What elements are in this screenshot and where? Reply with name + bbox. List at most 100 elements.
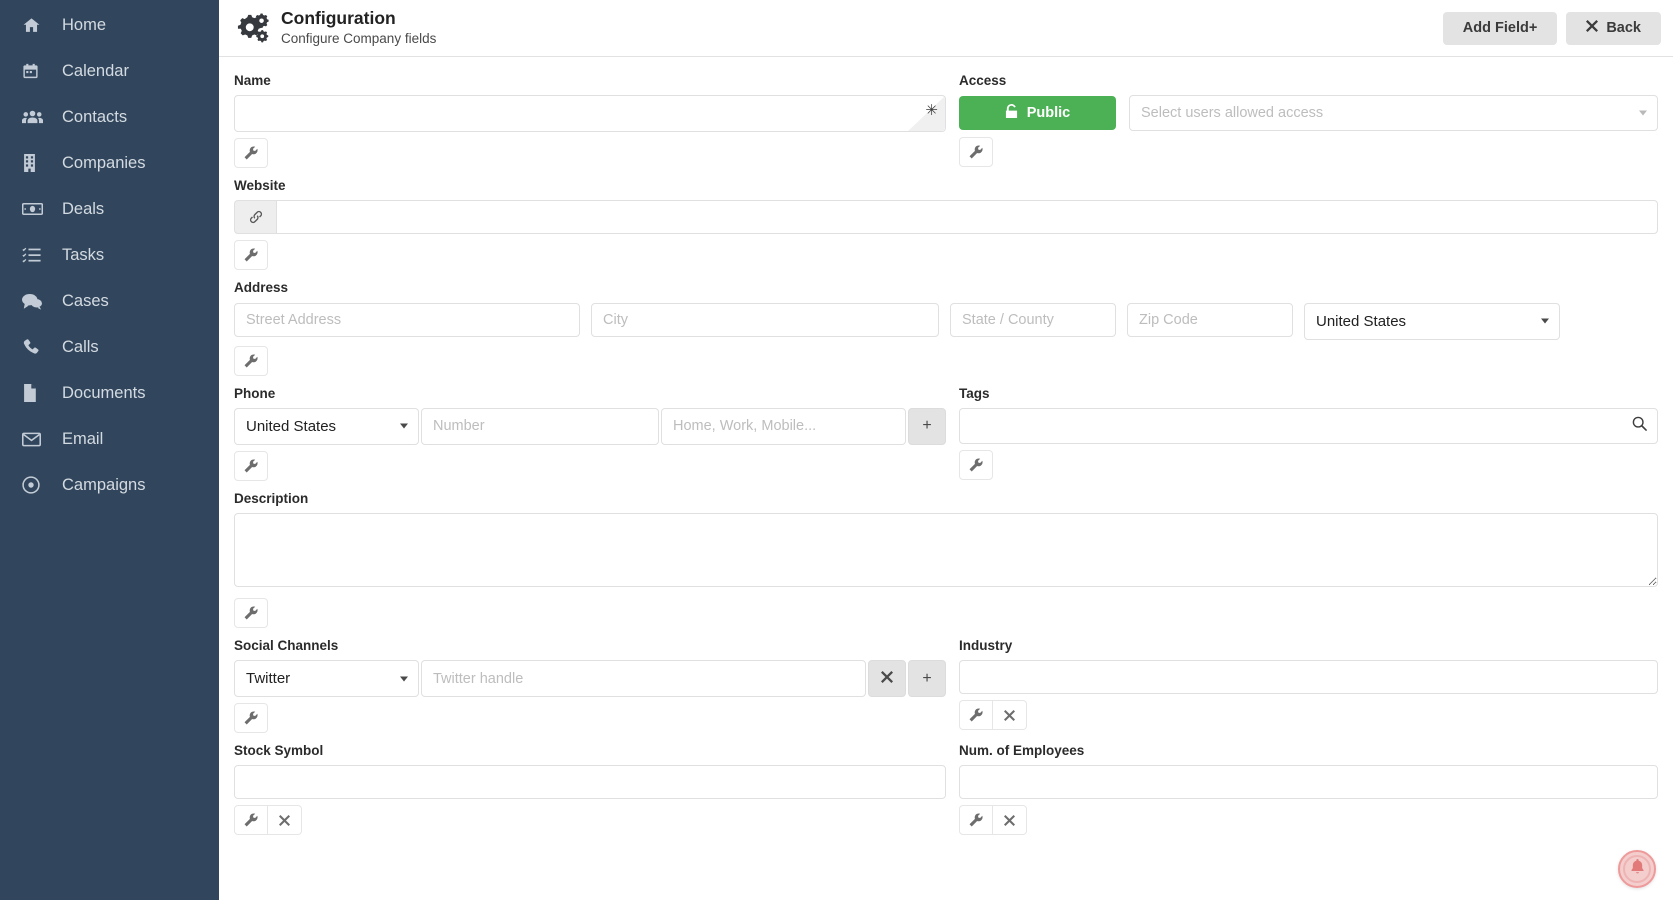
access-users-select[interactable]: Select users allowed access: [1129, 95, 1658, 132]
back-label: Back: [1606, 20, 1641, 36]
sidebar-item-campaigns[interactable]: Campaigns: [0, 462, 219, 508]
website-input[interactable]: [276, 200, 1658, 235]
notification-button[interactable]: [1618, 850, 1656, 888]
stock-symbol-label: Stock Symbol: [234, 743, 324, 759]
sidebar-item-calendar[interactable]: Calendar: [0, 48, 219, 94]
phone-add-button[interactable]: +: [908, 407, 946, 445]
phone-input-group: United States +: [234, 407, 946, 445]
stock-symbol-tools: [234, 805, 946, 836]
wrench-icon[interactable]: [234, 703, 268, 734]
website-tools: [234, 240, 1658, 271]
address-street-wrap: [234, 302, 580, 340]
address-inputs: United States: [234, 302, 1658, 340]
social-input-group: Twitter +: [234, 660, 946, 698]
document-icon: [22, 384, 50, 402]
add-field-label: Add Field+: [1462, 20, 1538, 36]
phone-number-input[interactable]: [421, 407, 659, 445]
wrench-icon[interactable]: [959, 449, 993, 480]
access-public-button[interactable]: Public: [959, 96, 1116, 131]
wrench-icon[interactable]: [234, 345, 268, 376]
unlock-icon: [1005, 103, 1018, 123]
website-input-group: [234, 200, 1658, 235]
sidebar-item-label: Calendar: [62, 61, 129, 80]
phone-type-input[interactable]: [661, 407, 906, 445]
row-name-access: Name ✳ Access Public Select users allowe…: [234, 73, 1658, 169]
sidebar-item-label: Cases: [62, 291, 109, 310]
num-employees-input[interactable]: [959, 765, 1658, 800]
home-icon: [22, 16, 50, 35]
sidebar-item-documents[interactable]: Documents: [0, 370, 219, 416]
sidebar-item-cases[interactable]: Cases: [0, 278, 219, 324]
sidebar-item-label: Tasks: [62, 245, 105, 264]
sidebar-item-label: Home: [62, 15, 107, 34]
config-form: Name ✳ Access Public Select users allowe…: [219, 57, 1673, 900]
sidebar-item-deals[interactable]: Deals: [0, 186, 219, 232]
wrench-icon[interactable]: [234, 805, 268, 836]
address-zip-input[interactable]: [1127, 302, 1293, 337]
close-icon[interactable]: [993, 700, 1027, 731]
tasks-icon: [22, 247, 50, 264]
page-subtitle: Configure Company fields: [281, 31, 437, 47]
sidebar-item-label: Documents: [62, 383, 146, 402]
back-button[interactable]: Back: [1566, 11, 1661, 45]
description-tools: [234, 597, 1658, 628]
sidebar-item-email[interactable]: Email: [0, 416, 219, 462]
industry-label: Industry: [959, 637, 1013, 653]
address-state-input[interactable]: [950, 302, 1116, 337]
app-root: Home Calendar Contacts Companies Deals T…: [0, 0, 1673, 900]
social-remove-button[interactable]: [868, 660, 906, 698]
sidebar-item-home[interactable]: Home: [0, 2, 219, 48]
field-block-stock-symbol: Stock Symbol: [234, 743, 946, 836]
sidebar-item-calls[interactable]: Calls: [0, 324, 219, 370]
name-input[interactable]: [234, 95, 946, 133]
target-icon: [22, 476, 50, 494]
field-block-industry: Industry: [959, 638, 1658, 733]
gears-icon: [235, 13, 269, 43]
field-block-tags: Tags: [959, 386, 1658, 481]
phone-tools: [234, 450, 946, 481]
wrench-icon[interactable]: [959, 137, 993, 168]
industry-input[interactable]: [959, 660, 1658, 695]
access-public-label: Public: [1026, 105, 1071, 122]
field-block-website: Website: [234, 178, 1658, 271]
add-field-button[interactable]: Add Field+: [1442, 11, 1558, 45]
field-block-num-employees: Num. of Employees: [959, 743, 1658, 836]
sidebar-item-contacts[interactable]: Contacts: [0, 94, 219, 140]
social-network-select[interactable]: Twitter: [234, 660, 419, 698]
wrench-icon[interactable]: [959, 700, 993, 731]
sidebar-item-tasks[interactable]: Tasks: [0, 232, 219, 278]
social-add-button[interactable]: +: [908, 660, 946, 698]
wrench-icon[interactable]: [234, 450, 268, 481]
field-block-social: Social Channels Twitter Twitter handle +: [234, 638, 946, 734]
tags-input-wrap: [959, 407, 1658, 444]
address-city-input[interactable]: [591, 302, 939, 337]
link-icon: [234, 200, 276, 235]
description-textarea[interactable]: [234, 512, 1658, 587]
sidebar-item-companies[interactable]: Companies: [0, 140, 219, 186]
row-stock-employees: Stock Symbol Num. of Employees: [234, 743, 1658, 836]
address-country-select[interactable]: United States: [1304, 302, 1560, 340]
tags-input[interactable]: [959, 407, 1658, 444]
address-country-wrap: United States: [1304, 302, 1560, 340]
sidebar-item-label: Email: [62, 429, 104, 448]
description-label: Description: [234, 490, 309, 506]
wrench-icon[interactable]: [959, 805, 993, 836]
phone-country-select[interactable]: United States: [234, 407, 419, 445]
field-block-access: Access Public Select users allowed acces…: [959, 73, 1658, 168]
field-block-name: Name ✳: [234, 73, 946, 169]
stock-symbol-input[interactable]: [234, 765, 946, 800]
access-users-select-wrap: Select users allowed access: [1129, 95, 1658, 132]
field-block-description: Description: [234, 491, 1658, 628]
close-icon[interactable]: [268, 805, 302, 836]
sidebar-item-label: Deals: [62, 199, 105, 218]
tags-label: Tags: [959, 385, 990, 401]
plus-icon: +: [922, 669, 932, 687]
wrench-icon[interactable]: [234, 138, 268, 169]
wrench-icon[interactable]: [234, 597, 268, 628]
wrench-icon[interactable]: [234, 240, 268, 271]
close-icon[interactable]: [993, 805, 1027, 836]
access-controls: Public Select users allowed access: [959, 95, 1658, 132]
name-input-wrap: ✳: [234, 95, 946, 133]
social-handle-input[interactable]: [421, 660, 866, 698]
address-street-input[interactable]: [234, 302, 580, 337]
